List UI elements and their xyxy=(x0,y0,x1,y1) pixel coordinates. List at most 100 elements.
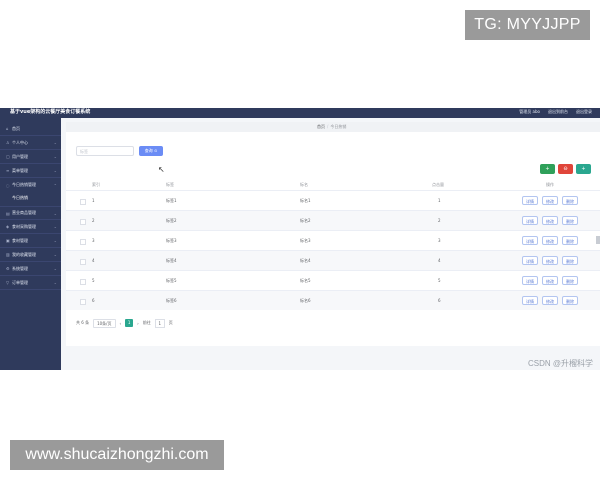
chevron-down-icon: ⌄ xyxy=(53,238,57,243)
detail-button[interactable]: 详情 xyxy=(522,196,538,205)
table-row: 4 标签4 标名4 4 详情 修改 删除 xyxy=(66,250,600,270)
page-number[interactable]: 1 xyxy=(125,319,134,327)
cell-index: 3 xyxy=(92,238,95,243)
breadcrumb-home[interactable]: 首页 xyxy=(317,124,325,129)
search-input[interactable]: 标签 xyxy=(76,146,134,156)
cell-tag: 标签2 xyxy=(166,218,177,223)
cell-clicks: 4 xyxy=(438,258,441,263)
sidebar-item-label: 今日热销 xyxy=(12,195,28,200)
delete-row-button[interactable]: 删除 xyxy=(562,236,578,245)
row-checkbox[interactable] xyxy=(80,239,86,245)
app-window: 基于vue架构的云餐厅美食订餐系统 管理员 abo 退出到前台 退出登录 ⌂ 首页… xyxy=(0,108,600,370)
cell-index: 1 xyxy=(92,198,95,203)
cell-clicks: 2 xyxy=(438,218,441,223)
add-button[interactable]: + xyxy=(540,164,555,174)
cell-clicks: 1 xyxy=(438,198,441,203)
detail-button[interactable]: 详情 xyxy=(522,216,538,225)
cell-name: 标名4 xyxy=(300,258,311,263)
scrollbar-handle[interactable] xyxy=(596,236,600,244)
admin-label: 管理员 abo xyxy=(519,109,540,114)
top-bar: 基于vue架构的云餐厅美食订餐系统 管理员 abo 退出到前台 退出登录 xyxy=(0,108,600,118)
row-checkbox[interactable] xyxy=(80,199,86,205)
sidebar-item-label: 我的收藏管理 xyxy=(12,251,36,257)
cell-name: 标名6 xyxy=(300,298,311,303)
sidebar-item-products[interactable]: ▤ 营业商品管理 ⌄ xyxy=(0,206,61,220)
detail-button[interactable]: 详情 xyxy=(522,276,538,285)
cell-index: 6 xyxy=(92,298,95,303)
sidebar-item-label: 个人中心 xyxy=(12,139,28,145)
sidebar: ⌂ 首页 ♙ 个人中心 ⌄ ▢ 用户管理 ⌄ ≡ 菜单管理 ⌄ ◌ 今日热销管理 ⌃ 今日热销 ▤… xyxy=(0,118,61,370)
logout-link[interactable]: 退出登录 xyxy=(576,108,592,116)
column-header-index: 索引 xyxy=(92,182,100,187)
delete-row-button[interactable]: 删除 xyxy=(562,216,578,225)
chevron-down-icon: ⌄ xyxy=(53,154,57,159)
delete-row-button[interactable]: 删除 xyxy=(562,256,578,265)
cell-tag: 标签5 xyxy=(166,278,177,283)
watermark-top: TG: MYYJJPP xyxy=(465,10,590,40)
mouse-cursor-icon: ↖ xyxy=(158,165,165,174)
goto-front-link[interactable]: 退出到前台 xyxy=(548,108,568,116)
sidebar-item-label: 用户管理 xyxy=(12,153,28,159)
edit-button[interactable]: 修改 xyxy=(542,256,558,265)
cell-tag: 标签6 xyxy=(166,298,177,303)
cell-name: 标名1 xyxy=(300,198,311,203)
cell-tag: 标签1 xyxy=(166,198,177,203)
chevron-down-icon: ⌄ xyxy=(53,140,57,145)
row-checkbox[interactable] xyxy=(80,279,86,285)
chevron-down-icon: ⌄ xyxy=(53,280,57,285)
csdn-watermark: CSDN @升榴科学 xyxy=(528,359,594,368)
sidebar-item-menu[interactable]: ≡ 菜单管理 ⌄ xyxy=(0,164,61,178)
edit-button[interactable]: 修改 xyxy=(542,236,558,245)
cell-index: 2 xyxy=(92,218,95,223)
edit-button[interactable]: 修改 xyxy=(542,296,558,305)
cell-name: 标名2 xyxy=(300,218,311,223)
sidebar-item-system[interactable]: ⚙ 系统管理 ⌄ xyxy=(0,262,61,276)
sidebar-item-label: 营业商品管理 xyxy=(12,210,36,215)
chevron-down-icon: ⌄ xyxy=(53,252,57,257)
detail-button[interactable]: 详情 xyxy=(522,236,538,245)
table-row: 3 标签3 标名3 3 详情 修改 删除 xyxy=(66,230,600,250)
cell-index: 5 xyxy=(92,278,95,283)
cell-clicks: 3 xyxy=(438,238,441,243)
cell-tag: 标签3 xyxy=(166,238,177,243)
page-unit-label: 页 xyxy=(168,320,173,325)
cell-name: 标名5 xyxy=(300,278,311,283)
edit-button[interactable]: 修改 xyxy=(542,276,558,285)
page-size-select[interactable]: 10条/页 xyxy=(93,318,116,328)
sidebar-item-ingredients[interactable]: ▣ 食材管理 ⌄ xyxy=(0,234,61,248)
edit-button[interactable]: 修改 xyxy=(542,196,558,205)
row-checkbox[interactable] xyxy=(80,219,86,225)
delete-button[interactable]: ⊖ xyxy=(558,164,573,174)
sidebar-item-hot-sales[interactable]: ◌ 今日热销管理 ⌃ xyxy=(0,178,61,192)
sidebar-item-users[interactable]: ▢ 用户管理 ⌄ xyxy=(0,150,61,164)
detail-button[interactable]: 详情 xyxy=(522,296,538,305)
breadcrumb: 首页 / 今日热销 xyxy=(317,124,346,130)
next-page-button[interactable]: › xyxy=(137,321,139,326)
delete-row-button[interactable]: 删除 xyxy=(562,296,578,305)
sidebar-item-home[interactable]: ⌂ 首页 xyxy=(0,122,61,136)
delete-row-button[interactable]: 删除 xyxy=(562,276,578,285)
sidebar-item-purchase[interactable]: ◈ 食材采购管理 ⌄ xyxy=(0,220,61,234)
cell-name: 标名3 xyxy=(300,238,311,243)
sidebar-item-label: 菜单管理 xyxy=(12,167,28,173)
cell-clicks: 6 xyxy=(438,298,441,303)
edit-button[interactable]: 修改 xyxy=(542,216,558,225)
goto-label: 前往 xyxy=(142,320,151,325)
sidebar-item-favorites[interactable]: ▥ 我的收藏管理 ⌄ xyxy=(0,248,61,262)
delete-row-button[interactable]: 删除 xyxy=(562,196,578,205)
breadcrumb-current: 今日热销 xyxy=(330,124,347,129)
sidebar-item-orders[interactable]: ▽ 订单管理 ⌄ xyxy=(0,276,61,290)
export-button[interactable]: + xyxy=(576,164,591,174)
sidebar-item-profile[interactable]: ♙ 个人中心 ⌄ xyxy=(0,136,61,150)
prev-page-button[interactable]: ‹ xyxy=(120,321,122,326)
chevron-down-icon: ⌄ xyxy=(53,266,57,271)
goto-page-input[interactable]: 1 xyxy=(154,318,165,328)
sidebar-subitem-hot-sales[interactable]: 今日热销 xyxy=(0,191,61,205)
detail-button[interactable]: 详情 xyxy=(522,256,538,265)
column-header-tag: 标签 xyxy=(166,182,174,187)
row-checkbox[interactable] xyxy=(80,299,86,305)
row-checkbox[interactable] xyxy=(80,259,86,265)
app-title: 基于vue架构的云餐厅美食订餐系统 xyxy=(10,109,91,115)
cell-tag: 标签4 xyxy=(166,258,177,263)
search-button[interactable]: 查询 ⊙ xyxy=(139,146,163,156)
